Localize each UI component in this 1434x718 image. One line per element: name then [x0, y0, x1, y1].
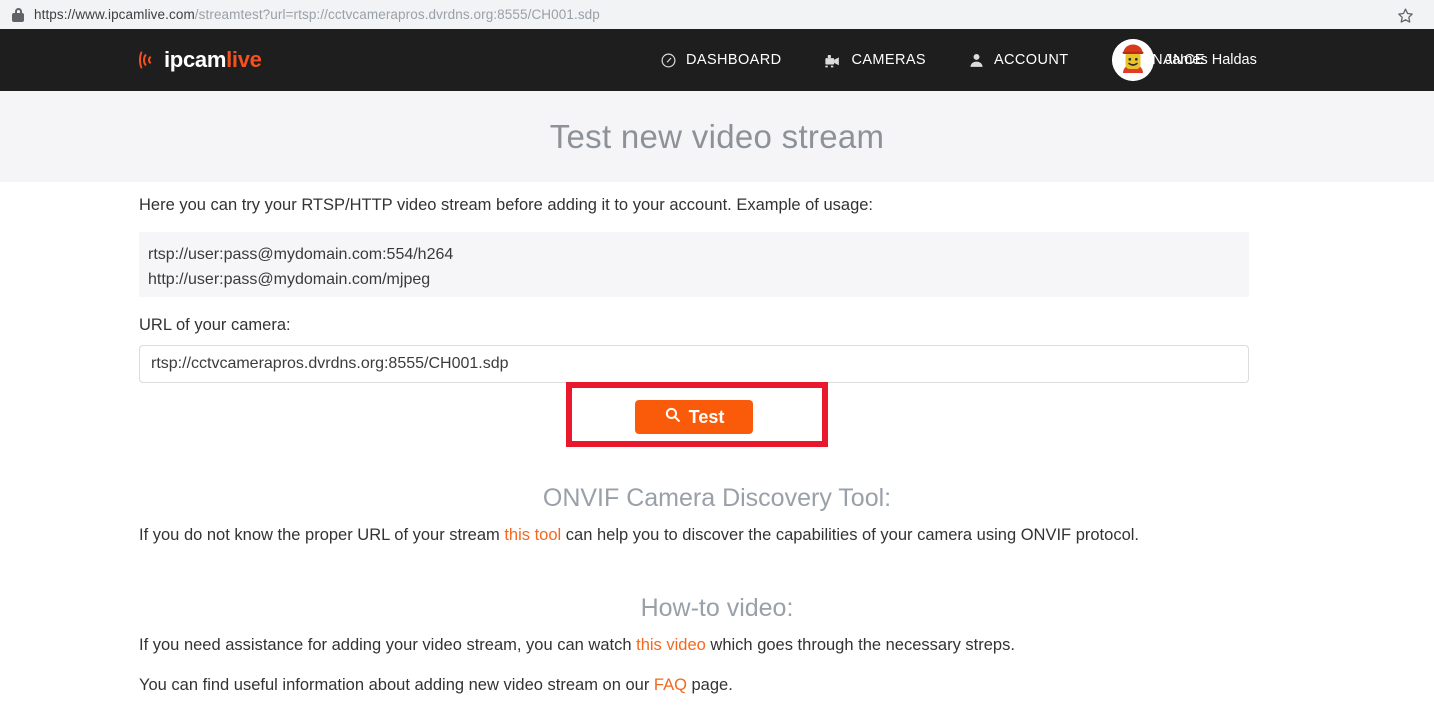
- onvif-section-title: ONVIF Camera Discovery Tool:: [542, 484, 892, 512]
- onvif-text-before: If you do not know the proper URL of you…: [139, 526, 505, 544]
- logo-text-primary: ipcam: [164, 47, 227, 72]
- faq-link[interactable]: FAQ: [654, 676, 687, 694]
- lock-icon: [12, 7, 24, 22]
- howto-line-1: If you need assistance for adding your v…: [139, 636, 1015, 655]
- url-text[interactable]: https://www.ipcamlive.com/streamtest?url…: [34, 7, 600, 22]
- howto-line-2: You can find useful information about ad…: [139, 676, 733, 695]
- test-button[interactable]: Test: [635, 400, 753, 434]
- page-content: Here you can try your RTSP/HTTP video st…: [0, 182, 1434, 718]
- nav-item-dashboard[interactable]: DASHBOARD: [660, 52, 781, 69]
- this-tool-link[interactable]: this tool: [504, 526, 561, 544]
- page-title: Test new video stream: [549, 117, 885, 155]
- test-button-label: Test: [688, 406, 725, 427]
- howto-text1-before: If you need assistance for adding your v…: [139, 636, 637, 654]
- dashboard-gauge-icon: [660, 52, 677, 69]
- howto-text2-after: page.: [686, 676, 733, 694]
- search-icon: [664, 406, 681, 428]
- user-name: James Haldas: [1165, 52, 1257, 68]
- nav-label-dashboard: DASHBOARD: [686, 52, 782, 68]
- site-navbar: ipcam live DASHBOARD CAMERAS ACCOUNT FIN…: [0, 29, 1434, 91]
- intro-text: Here you can try your RTSP/HTTP video st…: [139, 196, 874, 214]
- howto-text2-before: You can find useful information about ad…: [139, 676, 654, 694]
- user-menu[interactable]: James Haldas: [1112, 29, 1257, 91]
- url-field-label: URL of your camera:: [139, 316, 291, 334]
- site-logo[interactable]: ipcam live: [139, 47, 262, 73]
- howto-section-title: How-to video:: [640, 594, 794, 622]
- nav-item-cameras[interactable]: CAMERAS: [823, 52, 926, 69]
- nav-item-account[interactable]: ACCOUNT: [968, 52, 1069, 69]
- url-path: /streamtest?url=rtsp://cctvcamerapros.dv…: [194, 7, 600, 22]
- star-icon[interactable]: [1394, 4, 1416, 26]
- url-domain: https://www.ipcamlive.com: [34, 7, 195, 22]
- example-line-http: http://user:pass@mydomain.com/mjpeg: [148, 271, 431, 288]
- howto-text1-after: which goes through the necessary streps.: [705, 636, 1015, 654]
- browser-address-bar[interactable]: https://www.ipcamlive.com/streamtest?url…: [0, 0, 1434, 29]
- logo-text-accent: live: [226, 47, 262, 72]
- nav-label-account: ACCOUNT: [993, 52, 1069, 68]
- camera-icon: [823, 52, 842, 69]
- onvif-text-after: can help you to discover the capabilitie…: [561, 526, 1139, 544]
- this-video-link[interactable]: this video: [636, 636, 706, 654]
- camera-url-input[interactable]: [139, 345, 1249, 383]
- example-line-rtsp: rtsp://user:pass@mydomain.com:554/h264: [148, 246, 454, 263]
- nav-label-cameras: CAMERAS: [851, 52, 926, 68]
- onvif-description: If you do not know the proper URL of you…: [139, 526, 1139, 545]
- person-icon: [968, 52, 985, 69]
- example-usage-box: rtsp://user:pass@mydomain.com:554/h264 h…: [139, 232, 1249, 297]
- page-title-band: Test new video stream: [0, 91, 1434, 182]
- signal-waves-icon: [139, 47, 161, 73]
- avatar: [1112, 39, 1154, 81]
